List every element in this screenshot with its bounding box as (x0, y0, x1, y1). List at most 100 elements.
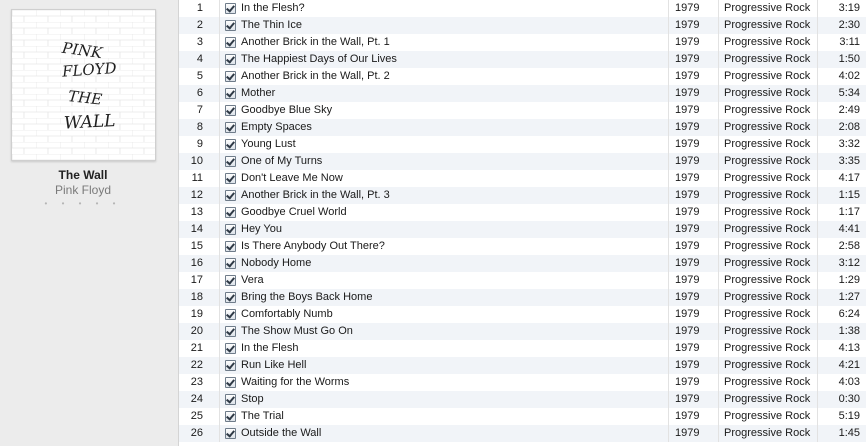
track-number: 25 (179, 408, 220, 425)
checkbox-checked-icon[interactable] (225, 326, 236, 337)
checkbox-checked-icon[interactable] (225, 241, 236, 252)
checkbox-checked-icon[interactable] (225, 54, 236, 65)
track-row[interactable]: 3 Another Brick in the Wall, Pt. 1 1979 Pro… (179, 34, 866, 51)
track-row[interactable]: 20 The Show Must Go On 1979 Progressive Roc… (179, 323, 866, 340)
checkbox-checked-icon[interactable] (225, 37, 236, 48)
track-name: Is There Anybody Out There? (241, 240, 385, 252)
checkbox-checked-icon[interactable] (225, 394, 236, 405)
track-row[interactable]: 16 Nobody Home 1979 Progressive Rock 3:12 (179, 255, 866, 272)
track-name-cell: Stop (220, 391, 669, 408)
track-name-cell: Is There Anybody Out There? (220, 238, 669, 255)
track-genre: Progressive Rock (719, 323, 818, 340)
checkbox-checked-icon[interactable] (225, 139, 236, 150)
track-time: 4:13 (838, 342, 860, 354)
track-row[interactable]: 12 Another Brick in the Wall, Pt. 3 1979 Pr… (179, 187, 866, 204)
album-artist[interactable]: Pink Floyd (0, 183, 166, 197)
track-genre: Progressive Rock (719, 51, 818, 68)
track-genre: Progressive Rock (719, 187, 818, 204)
track-row[interactable]: 25 The Trial 1979 Progressive Rock 5:19 (179, 408, 866, 425)
track-year: 1979 (669, 136, 719, 153)
track-genre: Progressive Rock (719, 119, 818, 136)
track-name: Empty Spaces (241, 121, 312, 133)
checkbox-checked-icon[interactable] (225, 258, 236, 269)
checkbox-checked-icon[interactable] (225, 105, 236, 116)
track-row[interactable]: 23 Waiting for the Worms 1979 Progressive R… (179, 374, 866, 391)
checkbox-checked-icon[interactable] (225, 88, 236, 99)
track-name-cell: Empty Spaces (220, 119, 669, 136)
album-artwork[interactable]: PINK FLOYD THE WALL (11, 9, 156, 161)
track-time: 5:19 (838, 410, 860, 422)
track-row[interactable]: 7 Goodbye Blue Sky 1979 Progressive Rock 2:4… (179, 102, 866, 119)
checkbox-checked-icon[interactable] (225, 20, 236, 31)
track-number: 11 (179, 170, 220, 187)
track-row[interactable]: 8 Empty Spaces 1979 Progressive Rock 2:08 (179, 119, 866, 136)
cover-text-wall: WALL (63, 111, 115, 134)
checkbox-checked-icon[interactable] (225, 190, 236, 201)
track-year: 1979 (669, 68, 719, 85)
track-genre: Progressive Rock (719, 204, 818, 221)
checkbox-checked-icon[interactable] (225, 122, 236, 133)
checkbox-checked-icon[interactable] (225, 292, 236, 303)
track-row[interactable]: 5 Another Brick in the Wall, Pt. 2 1979 Pro… (179, 68, 866, 85)
track-number: 21 (179, 340, 220, 357)
checkbox-checked-icon[interactable] (225, 224, 236, 235)
track-row[interactable]: 11 Don't Leave Me Now 1979 Progressive Rock… (179, 170, 866, 187)
track-row[interactable]: 15 Is There Anybody Out There? 1979 Progres… (179, 238, 866, 255)
track-time: 1:45 (838, 427, 860, 439)
track-number: 1 (179, 0, 220, 17)
track-year: 1979 (669, 357, 719, 374)
track-row[interactable]: 2 The Thin Ice 1979 Progressive Rock 2:30 (179, 17, 866, 34)
track-row[interactable]: 26 Outside the Wall 1979 Progressive Rock 1:… (179, 425, 866, 442)
track-name-cell: The Show Must Go On (220, 323, 669, 340)
track-name: Hey You (241, 223, 282, 235)
track-row[interactable]: 4 The Happiest Days of Our Lives 1979 Progr… (179, 51, 866, 68)
track-name: Goodbye Cruel World (241, 206, 347, 218)
checkbox-checked-icon[interactable] (225, 275, 236, 286)
track-row[interactable]: 22 Run Like Hell 1979 Progressive Rock 4:21 (179, 357, 866, 374)
checkbox-checked-icon[interactable] (225, 411, 236, 422)
track-time: 4:41 (838, 223, 860, 235)
track-row[interactable]: 24 Stop 1979 Progressive Rock 0:30 (179, 391, 866, 408)
track-name: Another Brick in the Wall, Pt. 3 (241, 189, 390, 201)
track-row[interactable]: 9 Young Lust 1979 Progressive Rock 3:32 (179, 136, 866, 153)
checkbox-checked-icon[interactable] (225, 3, 236, 14)
track-year: 1979 (669, 34, 719, 51)
checkbox-checked-icon[interactable] (225, 207, 236, 218)
track-genre: Progressive Rock (719, 340, 818, 357)
track-row[interactable]: 19 Comfortably Numb 1979 Progressive Rock 6:… (179, 306, 866, 323)
checkbox-checked-icon[interactable] (225, 360, 236, 371)
track-year: 1979 (669, 323, 719, 340)
track-row[interactable]: 1 In the Flesh? 1979 Progressive Rock 3:19 (179, 0, 866, 17)
track-name-cell: Another Brick in the Wall, Pt. 3 (220, 187, 669, 204)
checkbox-checked-icon[interactable] (225, 173, 236, 184)
track-row[interactable]: 14 Hey You 1979 Progressive Rock 4:41 (179, 221, 866, 238)
track-time: 4:21 (838, 359, 860, 371)
track-year: 1979 (669, 340, 719, 357)
track-year: 1979 (669, 119, 719, 136)
track-row[interactable]: 17 Vera 1979 Progressive Rock 1:29 (179, 272, 866, 289)
checkbox-checked-icon[interactable] (225, 428, 236, 439)
track-number: 8 (179, 119, 220, 136)
track-row[interactable]: 21 In the Flesh 1979 Progressive Rock 4:13 (179, 340, 866, 357)
track-genre: Progressive Rock (719, 408, 818, 425)
checkbox-checked-icon[interactable] (225, 71, 236, 82)
track-name-cell: Waiting for the Worms (220, 374, 669, 391)
checkbox-checked-icon[interactable] (225, 156, 236, 167)
track-number: 3 (179, 34, 220, 51)
track-number: 24 (179, 391, 220, 408)
track-number: 20 (179, 323, 220, 340)
track-row[interactable]: 18 Bring the Boys Back Home 1979 Progressiv… (179, 289, 866, 306)
track-row[interactable]: 13 Goodbye Cruel World 1979 Progressive Roc… (179, 204, 866, 221)
track-genre: Progressive Rock (719, 34, 818, 51)
track-number: 22 (179, 357, 220, 374)
checkbox-checked-icon[interactable] (225, 343, 236, 354)
track-row[interactable]: 10 One of My Turns 1979 Progressive Rock 3:3… (179, 153, 866, 170)
checkbox-checked-icon[interactable] (225, 309, 236, 320)
track-name: Vera (241, 274, 264, 286)
track-name: The Happiest Days of Our Lives (241, 53, 397, 65)
album-rating[interactable]: • • • • • (0, 199, 166, 208)
checkbox-checked-icon[interactable] (225, 377, 236, 388)
track-name: Comfortably Numb (241, 308, 333, 320)
track-row[interactable]: 6 Mother 1979 Progressive Rock 5:34 (179, 85, 866, 102)
track-number: 4 (179, 51, 220, 68)
